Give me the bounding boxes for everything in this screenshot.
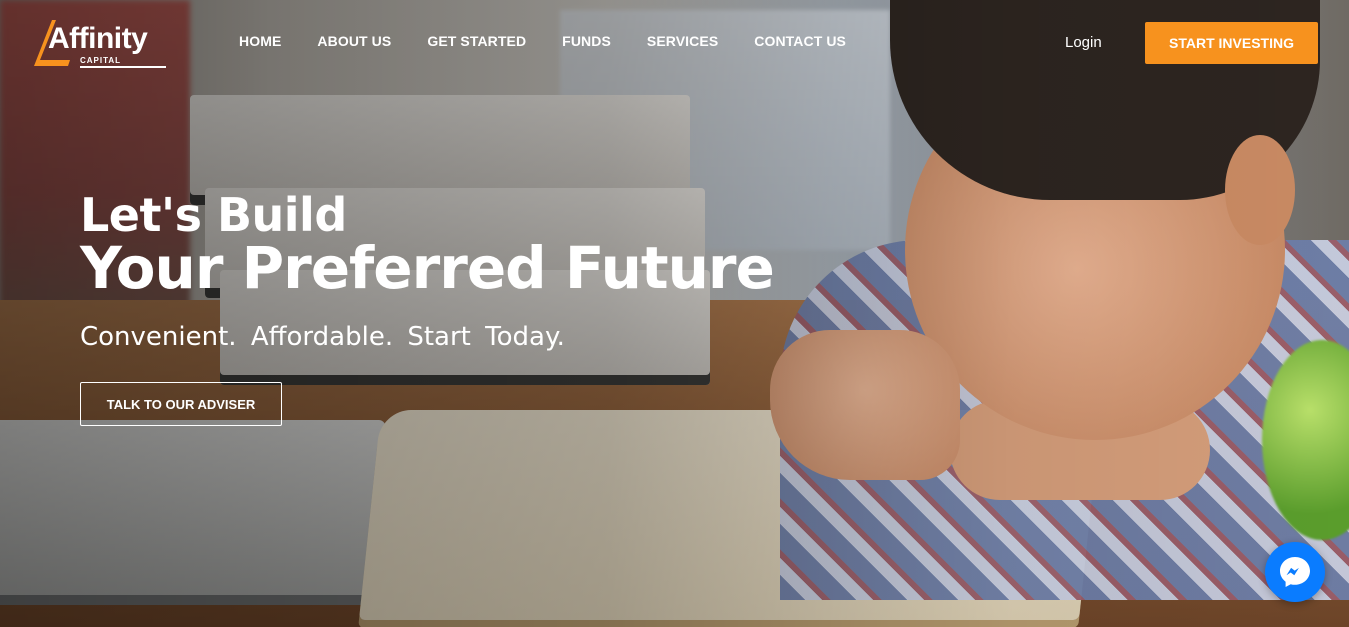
hero-heading-line2: Your Preferred Future [80,234,775,302]
logo-wordmark: Affinity [48,22,148,55]
nav-get-started[interactable]: GET STARTED [427,33,526,49]
messenger-chat-button[interactable] [1265,542,1325,602]
hero-background-image [0,0,1349,627]
nav-services[interactable]: SERVICES [647,33,718,49]
nav-contact-us[interactable]: CONTACT US [754,33,846,49]
main-nav: HOME ABOUT US GET STARTED FUNDS SERVICES… [221,33,864,49]
logo-underline [80,66,166,68]
nav-funds[interactable]: FUNDS [562,33,611,49]
talk-to-adviser-button[interactable]: TALK TO OUR ADVISER [80,382,282,426]
site-header: Affinity CAPITAL HOME ABOUT US GET START… [0,0,1349,86]
brand-logo[interactable]: Affinity CAPITAL [32,18,182,70]
hero-overlay [0,0,1349,627]
login-link[interactable]: Login [1065,34,1102,51]
logo-subtitle: CAPITAL [80,56,122,65]
messenger-icon [1280,557,1310,587]
nav-about-us[interactable]: ABOUT US [317,33,391,49]
nav-home[interactable]: HOME [239,33,281,49]
hero-tagline: Convenient. Affordable. Start Today. [80,322,565,352]
start-investing-button[interactable]: START INVESTING [1145,22,1318,64]
